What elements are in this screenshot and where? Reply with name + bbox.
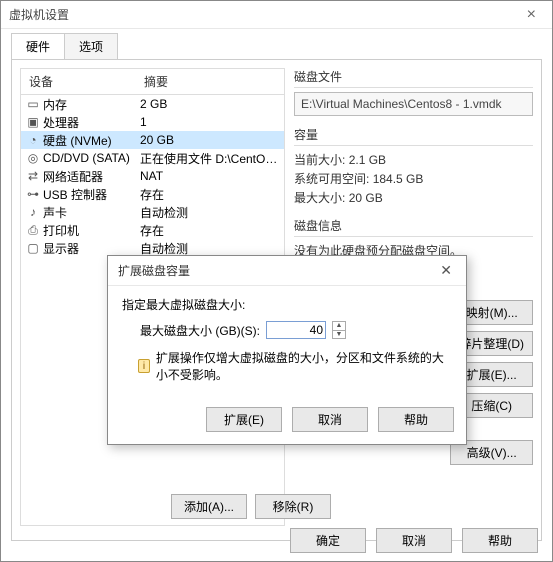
device-name: 显示器 bbox=[41, 240, 138, 257]
display-icon: ▢ bbox=[25, 241, 41, 255]
device-summary: 存在 bbox=[138, 186, 280, 203]
modal-expand-button[interactable]: 扩展(E) bbox=[206, 407, 282, 432]
usb-icon: ⊶ bbox=[25, 187, 41, 201]
cancel-button[interactable]: 取消 bbox=[376, 528, 452, 553]
device-summary: 2 GB bbox=[138, 97, 280, 111]
tab-hardware[interactable]: 硬件 bbox=[11, 33, 65, 59]
close-icon[interactable]: × bbox=[519, 4, 544, 26]
capacity-max: 最大大小: 20 GB bbox=[294, 188, 533, 207]
modal-title: 扩展磁盘容量 bbox=[118, 262, 436, 279]
device-name: 声卡 bbox=[41, 204, 138, 221]
max-size-input[interactable] bbox=[266, 321, 326, 339]
expand-disk-dialog: 扩展磁盘容量 ✕ 指定最大虚拟磁盘大小: 最大磁盘大小 (GB)(S): ▲ ▼… bbox=[107, 255, 467, 445]
hardware-row[interactable]: ⊶USB 控制器存在 bbox=[21, 185, 284, 203]
device-summary: 正在使用文件 D:\CentOS-8.3.2... bbox=[138, 150, 280, 167]
device-summary: NAT bbox=[138, 169, 280, 183]
modal-footer: 扩展(E) 取消 帮助 bbox=[108, 407, 466, 444]
window-title: 虚拟机设置 bbox=[9, 6, 69, 23]
net-icon: ⇄ bbox=[25, 169, 41, 183]
capacity-title: 容量 bbox=[294, 126, 533, 146]
size-input-row: 最大磁盘大小 (GB)(S): ▲ ▼ bbox=[140, 321, 452, 339]
device-name: USB 控制器 bbox=[41, 186, 138, 203]
device-summary: 存在 bbox=[138, 222, 280, 239]
cpu-icon: ▣ bbox=[25, 115, 41, 129]
disk-file-group: 磁盘文件 E:\Virtual Machines\Centos8 - 1.vmd… bbox=[294, 68, 533, 116]
tab-options[interactable]: 选项 bbox=[64, 33, 118, 59]
device-summary: 自动检测 bbox=[138, 204, 280, 221]
hardware-row[interactable]: ⎙打印机存在 bbox=[21, 221, 284, 239]
col-device: 设备 bbox=[21, 69, 136, 94]
info-icon: i bbox=[138, 359, 150, 373]
add-button[interactable]: 添加(A)... bbox=[171, 494, 247, 519]
modal-cancel-button[interactable]: 取消 bbox=[292, 407, 368, 432]
printer-icon: ⎙ bbox=[25, 223, 41, 237]
hardware-row[interactable]: ◎CD/DVD (SATA)正在使用文件 D:\CentOS-8.3.2... bbox=[21, 149, 284, 167]
tabs: 硬件 选项 bbox=[1, 29, 552, 59]
hardware-row[interactable]: ◔硬盘 (NVMe)20 GB bbox=[21, 131, 284, 149]
disk-file-title: 磁盘文件 bbox=[294, 68, 533, 88]
device-name: CD/DVD (SATA) bbox=[41, 151, 138, 165]
cd-icon: ◎ bbox=[25, 151, 41, 165]
modal-note-row: i 扩展操作仅增大虚拟磁盘的大小，分区和文件系统的大小不受影响。 bbox=[138, 349, 452, 383]
modal-note-text: 扩展操作仅增大虚拟磁盘的大小，分区和文件系统的大小不受影响。 bbox=[156, 349, 452, 383]
titlebar: 虚拟机设置 × bbox=[1, 1, 552, 29]
ok-button[interactable]: 确定 bbox=[290, 528, 366, 553]
modal-spec-label: 指定最大虚拟磁盘大小: bbox=[122, 296, 452, 313]
capacity-current: 当前大小: 2.1 GB bbox=[294, 150, 533, 169]
spinner-down-icon[interactable]: ▼ bbox=[333, 331, 345, 339]
hardware-row[interactable]: ▭内存2 GB bbox=[21, 95, 284, 113]
memory-icon: ▭ bbox=[25, 97, 41, 111]
disk-icon: ◔ bbox=[25, 133, 41, 147]
modal-titlebar: 扩展磁盘容量 ✕ bbox=[108, 256, 466, 286]
hardware-row[interactable]: ⇄网络适配器NAT bbox=[21, 167, 284, 185]
capacity-free: 系统可用空间: 184.5 GB bbox=[294, 169, 533, 188]
device-summary: 自动检测 bbox=[138, 240, 280, 257]
size-spinner[interactable]: ▲ ▼ bbox=[332, 321, 346, 339]
modal-help-button[interactable]: 帮助 bbox=[378, 407, 454, 432]
device-name: 处理器 bbox=[41, 114, 138, 131]
disk-info-title: 磁盘信息 bbox=[294, 217, 533, 237]
disk-file-path: E:\Virtual Machines\Centos8 - 1.vmdk bbox=[294, 92, 533, 116]
capacity-group: 容量 当前大小: 2.1 GB 系统可用空间: 184.5 GB 最大大小: 2… bbox=[294, 126, 533, 207]
dialog-footer: 确定 取消 帮助 bbox=[290, 528, 538, 553]
device-name: 网络适配器 bbox=[41, 168, 138, 185]
device-summary: 20 GB bbox=[138, 133, 280, 147]
hardware-row[interactable]: ▣处理器1 bbox=[21, 113, 284, 131]
device-name: 打印机 bbox=[41, 222, 138, 239]
hardware-row[interactable]: ♪声卡自动检测 bbox=[21, 203, 284, 221]
device-summary: 1 bbox=[138, 115, 280, 129]
sound-icon: ♪ bbox=[25, 205, 41, 219]
hardware-list-header: 设备 摘要 bbox=[21, 69, 284, 95]
modal-body: 指定最大虚拟磁盘大小: 最大磁盘大小 (GB)(S): ▲ ▼ i 扩展操作仅增… bbox=[108, 286, 466, 407]
modal-close-icon[interactable]: ✕ bbox=[436, 262, 456, 279]
device-name: 内存 bbox=[41, 96, 138, 113]
spinner-up-icon[interactable]: ▲ bbox=[333, 322, 345, 331]
device-name: 硬盘 (NVMe) bbox=[41, 132, 138, 149]
max-size-label: 最大磁盘大小 (GB)(S): bbox=[140, 322, 260, 339]
col-summary: 摘要 bbox=[136, 69, 176, 94]
help-button[interactable]: 帮助 bbox=[462, 528, 538, 553]
